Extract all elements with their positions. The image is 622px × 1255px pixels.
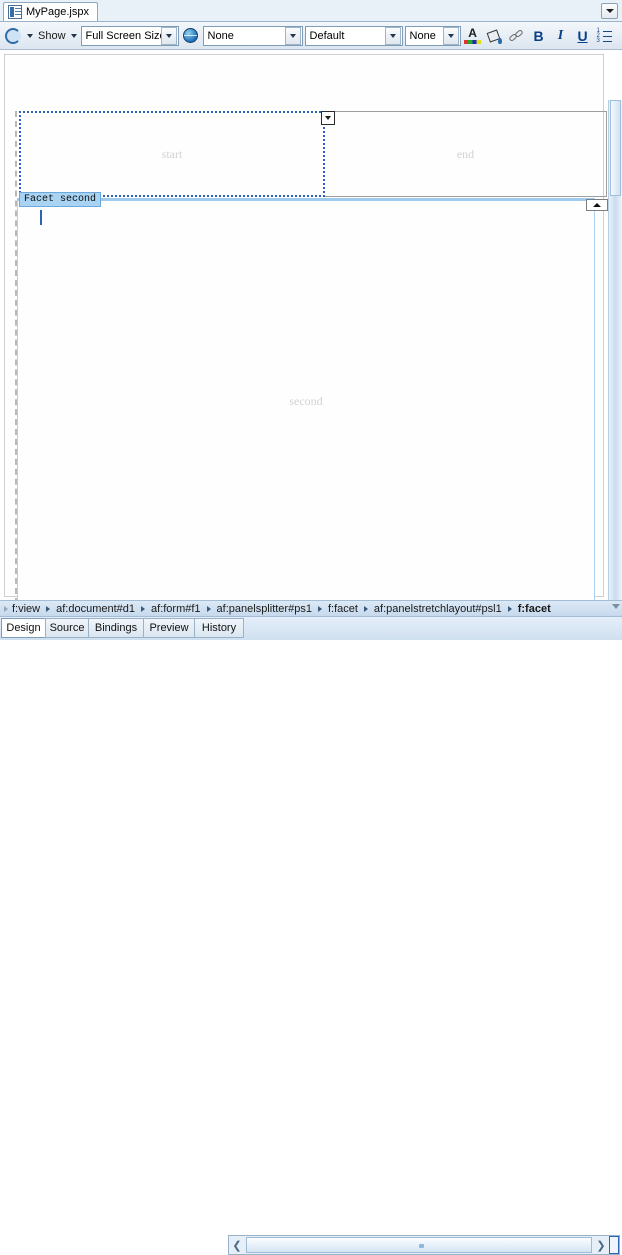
chevron-down-icon [165,33,172,38]
scrollbar-resize-corner[interactable] [609,1236,619,1254]
horizontal-scrollbar[interactable]: ❮ ❯ [228,1235,620,1255]
selected-facet-region[interactable] [17,198,595,600]
refresh-page-icon [5,27,21,44]
skin-family-dropdown-button[interactable] [284,26,301,45]
underline-button[interactable]: U [573,26,593,46]
style-class-dropdown-button[interactable] [384,26,401,45]
chevron-down-icon [325,116,331,120]
breadcrumb-item-5[interactable]: af:panelstretchlayout#psl1 [374,603,502,615]
tab-preview-label: Preview [149,622,189,634]
underline-icon: U [577,27,588,44]
document-tab-mypage[interactable]: MyPage.jspx [3,2,98,21]
tab-source[interactable]: Source [45,618,89,638]
italic-button[interactable]: I [551,26,571,46]
show-menu-label[interactable]: Show [36,30,68,42]
chevron-down-icon [605,9,614,13]
hyperlink-icon [509,28,525,44]
triangle-right-icon [4,605,8,612]
breadcrumb-separator-icon [507,605,512,612]
screen-size-select[interactable]: Full Screen Size [80,25,179,46]
page-surface[interactable]: start end second Facet second [4,54,608,600]
breadcrumb-item-4[interactable]: f:facet [328,603,358,615]
jspx-document-icon [8,5,22,19]
tab-design-label: Design [6,622,41,634]
breadcrumb-item-3[interactable]: af:panelsplitter#ps1 [217,603,312,615]
splitter-end-facet[interactable]: end [325,111,607,197]
chevron-right-icon[interactable]: ❯ [593,1236,609,1254]
italic-icon: I [557,27,564,43]
breadcrumb-overflow-icon[interactable] [612,604,620,609]
chevron-left-icon[interactable]: ❮ [229,1236,245,1254]
tab-list-dropdown-button[interactable] [601,3,618,19]
font-size-value: None [409,29,436,42]
chevron-down-icon [447,33,454,38]
screen-size-value: Full Screen Size [85,29,161,42]
skin-family-select[interactable]: None [202,25,303,46]
editor-mode-tabbar: Design Source Bindings Preview History ❮… [0,617,622,1255]
chevron-down-icon [26,33,33,38]
canvas-vertical-scrollbar[interactable] [608,100,622,600]
chevron-down-icon [71,33,78,38]
splitter-collapse-handle[interactable] [321,111,335,125]
component-breadcrumb[interactable]: f:view af:document#d1 af:form#f1 af:pane… [0,600,622,617]
triangle-up-icon [593,203,601,207]
ordered-list-button[interactable]: 1 2 3 [595,26,615,46]
document-tab-label: MyPage.jspx [26,6,89,18]
refresh-dropdown-button[interactable] [25,26,34,46]
breadcrumb-item-6[interactable]: f:facet [518,603,551,615]
breadcrumb-separator-icon [46,605,51,612]
font-size-dropdown-button[interactable] [442,26,459,45]
horizontal-scroll-thumb[interactable] [246,1237,592,1253]
text-caret [40,210,42,225]
breadcrumb-item-1[interactable]: af:document#d1 [56,603,135,615]
font-color-button[interactable]: A [463,26,483,46]
style-class-select[interactable]: Default [304,25,403,46]
tab-source-label: Source [49,622,85,634]
breadcrumb-separator-icon [363,605,368,612]
design-canvas[interactable]: start end second Facet second [0,50,622,600]
background-color-button[interactable] [485,26,505,46]
tab-design[interactable]: Design [1,618,46,638]
breadcrumb-separator-icon [317,605,322,612]
chevron-down-icon [289,33,296,38]
bold-icon: B [533,27,544,44]
screen-size-dropdown-button[interactable] [160,26,177,45]
start-facet-placeholder: start [161,146,183,161]
design-toolbar: Show Full Screen Size None Default None … [0,22,622,50]
breadcrumb-item-0[interactable]: f:view [12,603,40,615]
font-color-icon: A [464,27,482,44]
facet-second-tag-label: Facet second [24,194,97,205]
show-dropdown-button[interactable] [70,26,79,46]
browser-preview-button[interactable] [181,26,201,46]
tab-bindings-label: Bindings [94,622,138,634]
panel-splitter[interactable]: start end [19,111,607,197]
chevron-down-icon [389,33,396,38]
ordered-list-icon: 1 2 3 [597,28,613,44]
insert-link-button[interactable] [507,26,527,46]
bold-button[interactable]: B [529,26,549,46]
splitter-start-facet[interactable]: start [19,111,325,197]
facet-second-tag[interactable]: Facet second [19,192,102,207]
breadcrumb-separator-icon [206,605,211,612]
skin-family-value: None [207,29,234,42]
breadcrumb-item-2[interactable]: af:form#f1 [151,603,201,615]
style-class-value: Default [309,29,345,42]
editor-tab-bar: MyPage.jspx [0,0,622,22]
tab-bindings[interactable]: Bindings [88,618,144,638]
end-facet-placeholder: end [456,146,475,161]
tab-preview[interactable]: Preview [143,618,195,638]
tab-history[interactable]: History [194,618,244,638]
fill-color-icon [487,28,503,44]
globe-icon [183,28,199,43]
refresh-page-button[interactable] [3,26,23,46]
breadcrumb-separator-icon [141,605,146,612]
canvas-vertical-scroll-thumb[interactable] [610,100,621,196]
font-size-select[interactable]: None [404,25,461,46]
tab-history-label: History [201,622,237,634]
scroll-thumb-grip [419,1244,424,1248]
facet-scroll-up-button[interactable] [586,199,608,211]
